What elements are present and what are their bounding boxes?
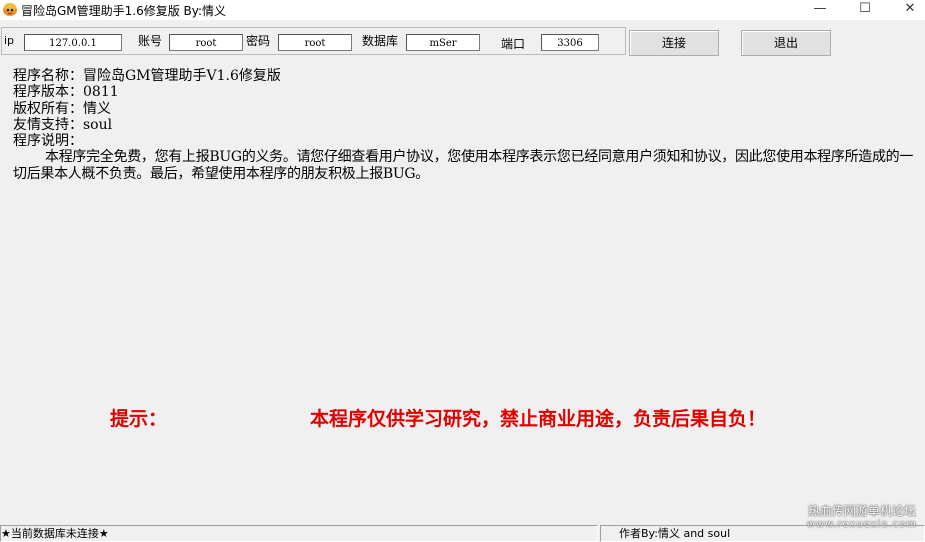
port-field[interactable]: 3306 [541,34,599,51]
maplestory-app-icon [3,3,17,16]
program-support: 友情支持：soul [13,116,113,133]
account-label: 账号 [138,34,163,48]
notice-label: 提示： [110,408,168,430]
title-bar: 冒险岛GM管理助手1.6修复版 By:情义 — ☐ ✕ [0,0,925,20]
program-info: 程序名称：冒险岛GM管理助手V1.6修复版 程序版本：0811 版权所有：情义 … [13,68,921,182]
database-label: 数据库 [362,34,399,48]
status-author: 作者By:情义 and soul [600,525,925,542]
password-field[interactable]: root [278,34,352,51]
port-label: 端口 [501,37,526,51]
maximize-button[interactable]: ☐ [845,0,885,20]
password-label: 密码 [246,34,271,48]
program-description: 本程序完全免费，您有上报BUG的义务。请您仔细查看用户协议，您使用本程序表示您已… [13,149,914,182]
program-version: 程序版本：0811 [13,84,119,101]
account-field[interactable]: root [169,34,243,51]
program-description-label: 程序说明： [13,133,83,150]
exit-button[interactable]: 退出 [741,30,831,56]
ip-field[interactable]: 127.0.0.1 [24,34,122,51]
database-field[interactable]: mSer [406,34,480,51]
notice-text: 本程序仅供学习研究，禁止商业用途，负责后果自负！ [310,408,767,430]
window-title: 冒险岛GM管理助手1.6修复版 By:情义 [21,4,227,18]
program-name: 程序名称：冒险岛GM管理助手V1.6修复版 [13,68,281,84]
watermark-site-name: 热血传网游单机论坛 [807,504,916,518]
ip-label: ip [4,34,15,47]
minimize-button[interactable]: — [800,0,840,20]
program-copyright: 版权所有：情义 [13,100,111,117]
connect-button[interactable]: 连接 [629,30,719,56]
status-db-connection: ★当前数据库未连接★ [0,525,598,542]
close-button[interactable]: ✕ [890,0,925,20]
